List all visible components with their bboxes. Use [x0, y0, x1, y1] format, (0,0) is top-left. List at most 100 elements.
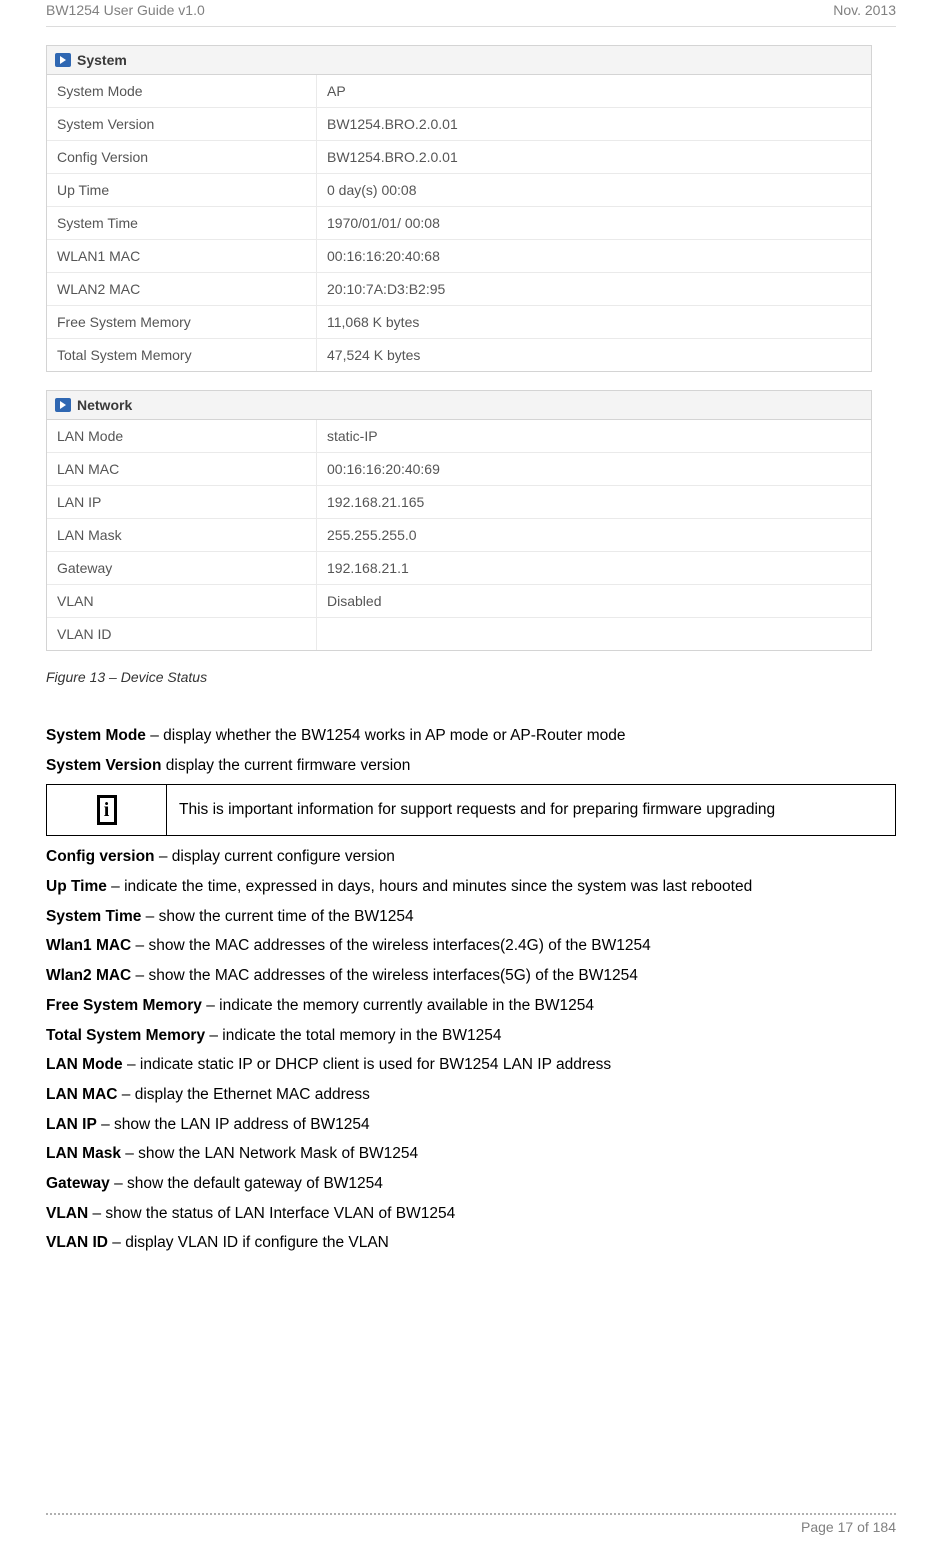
- row-value: 255.255.255.0: [317, 519, 871, 551]
- definition-desc: – display whether the BW1254 works in AP…: [146, 727, 626, 744]
- row-label: Total System Memory: [47, 339, 317, 371]
- system-panel: System System ModeAPSystem VersionBW1254…: [46, 45, 872, 372]
- row-value: 00:16:16:20:40:68: [317, 240, 871, 272]
- definition-line: LAN MAC – display the Ethernet MAC addre…: [46, 1084, 896, 1106]
- definition-desc: – show the MAC addresses of the wireless…: [131, 967, 638, 984]
- definition-desc: – indicate the memory currently availabl…: [202, 997, 594, 1014]
- table-row: Free System Memory11,068 K bytes: [47, 306, 871, 339]
- definition-line: Up Time – indicate the time, expressed i…: [46, 876, 896, 898]
- figure-caption: Figure 13 – Device Status: [46, 669, 896, 685]
- footer-rule: [46, 1513, 896, 1515]
- table-row: LAN MAC00:16:16:20:40:69: [47, 453, 871, 486]
- table-row: System VersionBW1254.BRO.2.0.01: [47, 108, 871, 141]
- definition-line: LAN Mode – indicate static IP or DHCP cl…: [46, 1054, 896, 1076]
- definition-desc: – display VLAN ID if configure the VLAN: [108, 1234, 389, 1251]
- definition-term: LAN Mode: [46, 1056, 123, 1073]
- arrow-right-icon: [55, 53, 71, 67]
- row-label: Gateway: [47, 552, 317, 584]
- page-header: BW1254 User Guide v1.0 Nov. 2013: [46, 0, 896, 26]
- definition-desc: – show the MAC addresses of the wireless…: [131, 937, 651, 954]
- definition-desc: – indicate the total memory in the BW125…: [205, 1027, 501, 1044]
- row-value: BW1254.BRO.2.0.01: [317, 108, 871, 140]
- definition-line: Gateway – show the default gateway of BW…: [46, 1173, 896, 1195]
- info-icon: i: [97, 795, 117, 825]
- definition-line: VLAN – show the status of LAN Interface …: [46, 1203, 896, 1225]
- row-value: 1970/01/01/ 00:08: [317, 207, 871, 239]
- definition-desc: – show the current time of the BW1254: [141, 908, 413, 925]
- header-rule: [46, 26, 896, 27]
- row-value: 192.168.21.165: [317, 486, 871, 518]
- row-label: Config Version: [47, 141, 317, 173]
- definition-term: LAN Mask: [46, 1145, 121, 1162]
- definition-line: System Version display the current firmw…: [46, 755, 896, 777]
- row-label: LAN Mode: [47, 420, 317, 452]
- network-panel-header[interactable]: Network: [47, 391, 871, 420]
- table-row: Gateway192.168.21.1: [47, 552, 871, 585]
- table-row: Total System Memory47,524 K bytes: [47, 339, 871, 371]
- row-label: Up Time: [47, 174, 317, 206]
- network-panel-title: Network: [77, 397, 132, 413]
- definition-desc: – display the Ethernet MAC address: [117, 1086, 369, 1103]
- table-row: WLAN2 MAC20:10:7A:D3:B2:95: [47, 273, 871, 306]
- table-row: Config VersionBW1254.BRO.2.0.01: [47, 141, 871, 174]
- row-value: [317, 618, 871, 650]
- system-panel-title: System: [77, 52, 127, 68]
- table-row: System Time1970/01/01/ 00:08: [47, 207, 871, 240]
- definition-desc: – show the default gateway of BW1254: [110, 1175, 383, 1192]
- definition-line: LAN IP – show the LAN IP address of BW12…: [46, 1114, 896, 1136]
- row-value: Disabled: [317, 585, 871, 617]
- row-label: System Time: [47, 207, 317, 239]
- definition-desc: – show the status of LAN Interface VLAN …: [88, 1205, 455, 1222]
- definition-term: LAN IP: [46, 1116, 97, 1133]
- definition-desc: – show the LAN Network Mask of BW1254: [121, 1145, 418, 1162]
- definition-term: Free System Memory: [46, 997, 202, 1014]
- row-label: System Version: [47, 108, 317, 140]
- row-value: 192.168.21.1: [317, 552, 871, 584]
- definition-term: Up Time: [46, 878, 107, 895]
- row-label: LAN MAC: [47, 453, 317, 485]
- definition-term: Config version: [46, 848, 155, 865]
- table-row: VLANDisabled: [47, 585, 871, 618]
- definition-line: Wlan1 MAC – show the MAC addresses of th…: [46, 935, 896, 957]
- info-callout: i This is important information for supp…: [46, 784, 896, 836]
- table-row: WLAN1 MAC00:16:16:20:40:68: [47, 240, 871, 273]
- row-value: 00:16:16:20:40:69: [317, 453, 871, 485]
- definition-desc: – display current configure version: [155, 848, 395, 865]
- definition-term: LAN MAC: [46, 1086, 117, 1103]
- definition-desc: – show the LAN IP address of BW1254: [97, 1116, 370, 1133]
- definition-desc: – indicate static IP or DHCP client is u…: [123, 1056, 612, 1073]
- row-value: 20:10:7A:D3:B2:95: [317, 273, 871, 305]
- definition-term: System Mode: [46, 727, 146, 744]
- info-text: This is important information for suppor…: [167, 785, 896, 836]
- row-value: 11,068 K bytes: [317, 306, 871, 338]
- table-row: Up Time0 day(s) 00:08: [47, 174, 871, 207]
- row-label: VLAN: [47, 585, 317, 617]
- definition-line: Wlan2 MAC – show the MAC addresses of th…: [46, 965, 896, 987]
- row-label: WLAN2 MAC: [47, 273, 317, 305]
- row-label: LAN IP: [47, 486, 317, 518]
- definition-term: System Version: [46, 757, 161, 774]
- definition-term: Total System Memory: [46, 1027, 205, 1044]
- definition-term: Gateway: [46, 1175, 110, 1192]
- table-row: LAN Modestatic-IP: [47, 420, 871, 453]
- row-value: AP: [317, 75, 871, 107]
- definition-term: Wlan2 MAC: [46, 967, 131, 984]
- definition-desc: display the current firmware version: [161, 757, 410, 774]
- table-row: LAN Mask255.255.255.0: [47, 519, 871, 552]
- page-number: Page 17 of 184: [46, 1519, 896, 1535]
- definition-line: VLAN ID – display VLAN ID if configure t…: [46, 1232, 896, 1254]
- info-icon-cell: i: [47, 785, 167, 836]
- definition-term: System Time: [46, 908, 141, 925]
- definition-line: System Time – show the current time of t…: [46, 906, 896, 928]
- row-label: WLAN1 MAC: [47, 240, 317, 272]
- row-value: 0 day(s) 00:08: [317, 174, 871, 206]
- definition-line: System Mode – display whether the BW1254…: [46, 725, 896, 747]
- row-value: static-IP: [317, 420, 871, 452]
- row-label: LAN Mask: [47, 519, 317, 551]
- doc-title: BW1254 User Guide v1.0: [46, 2, 205, 18]
- definition-term: Wlan1 MAC: [46, 937, 131, 954]
- row-label: System Mode: [47, 75, 317, 107]
- arrow-right-icon: [55, 398, 71, 412]
- row-value: BW1254.BRO.2.0.01: [317, 141, 871, 173]
- system-panel-header[interactable]: System: [47, 46, 871, 75]
